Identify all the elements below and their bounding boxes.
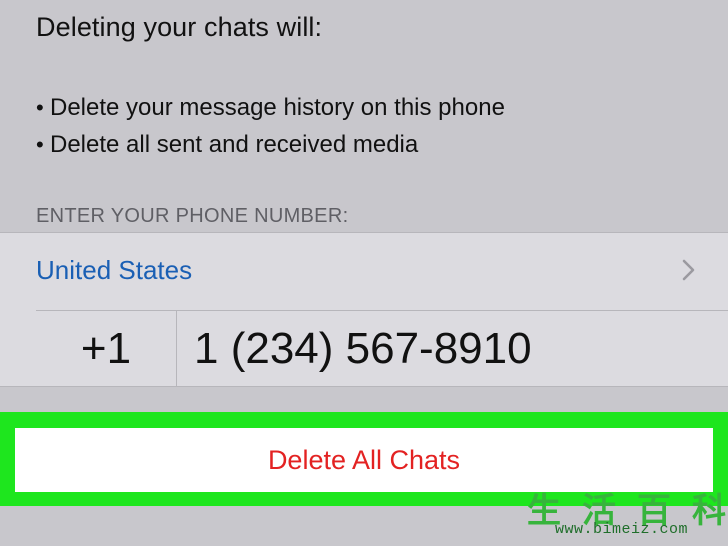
delete-all-chats-button[interactable]: Delete All Chats [15, 428, 713, 492]
list-item: • Delete your message history on this ph… [36, 89, 505, 126]
list-item-text: Delete all sent and received media [50, 130, 419, 158]
phone-number-input[interactable]: 1 (234) 567-8910 [194, 311, 532, 386]
column-divider [176, 311, 177, 386]
consequence-list: • Delete your message history on this ph… [36, 89, 505, 163]
country-name: United States [36, 255, 193, 285]
phone-number-row: +1 1 (234) 567-8910 [0, 311, 728, 386]
page-heading: Deleting your chats will: [36, 12, 323, 42]
delete-chats-screen: Deleting your chats will: • Delete your … [0, 0, 728, 546]
watermark-url: www.bimeiz.com [555, 521, 689, 538]
list-item: • Delete all sent and received media [36, 126, 505, 163]
country-selector[interactable]: United States [0, 233, 728, 310]
section-label: ENTER YOUR PHONE NUMBER: [36, 205, 349, 227]
phone-form-group: United States +1 1 (234) 567-8910 [0, 232, 728, 387]
list-item-text: Delete your message history on this phon… [50, 93, 505, 121]
bullet-dot: • [36, 94, 44, 120]
bullet-dot: • [36, 131, 44, 157]
chevron-right-icon [682, 259, 695, 281]
country-code-field[interactable]: +1 [36, 311, 176, 386]
